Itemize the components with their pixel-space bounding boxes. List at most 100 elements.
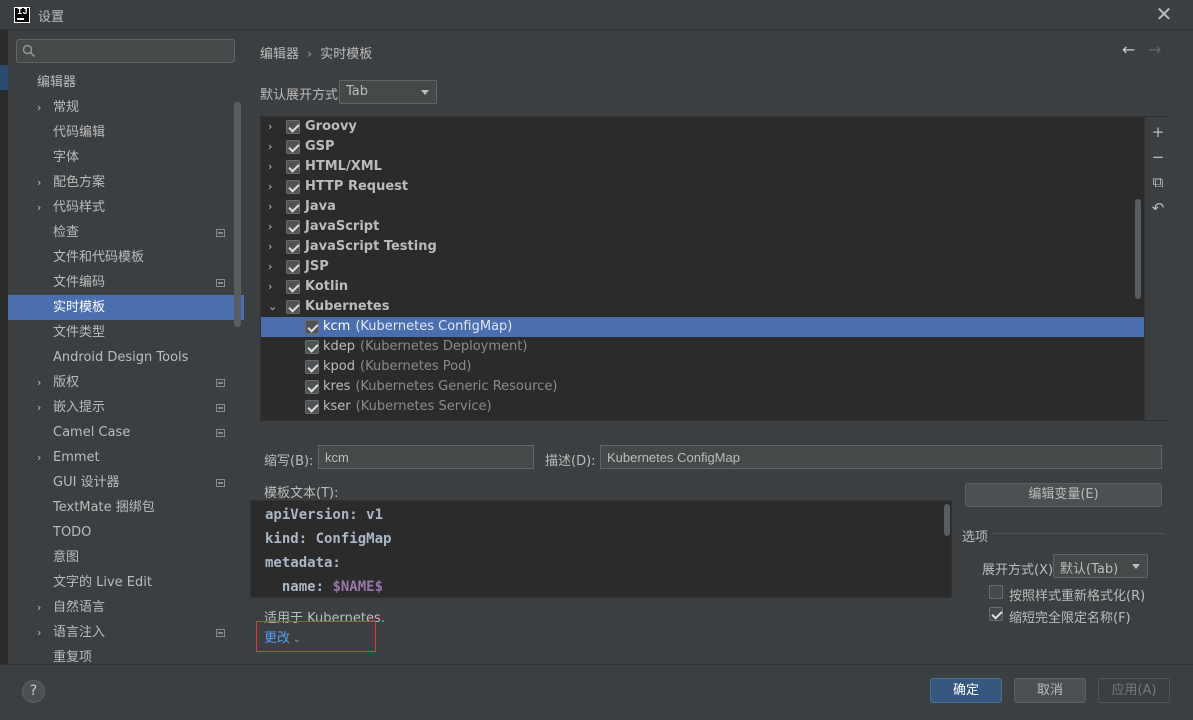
editor-scrollbar[interactable] <box>944 504 950 536</box>
sidebar-item[interactable]: 编辑器 <box>8 70 244 95</box>
reformat-checkbox[interactable] <box>989 585 1003 599</box>
template-group-row[interactable]: › GSP <box>261 137 1144 157</box>
sidebar-item[interactable]: › 常规 <box>8 95 244 120</box>
enabled-checkbox[interactable] <box>305 380 319 394</box>
sidebar-item[interactable]: 实时模板 <box>8 295 244 320</box>
sidebar-item[interactable]: › 自然语言 <box>8 595 244 620</box>
sidebar-item[interactable]: 检查 <box>8 220 244 245</box>
forward-arrow-icon[interactable]: → <box>1148 40 1166 59</box>
template-group-row[interactable]: › HTML/XML <box>261 157 1144 177</box>
chevron-right-icon[interactable]: › <box>268 277 272 297</box>
enabled-checkbox[interactable] <box>286 180 300 194</box>
chevron-right-icon[interactable]: › <box>268 177 272 197</box>
enabled-checkbox[interactable] <box>305 360 319 374</box>
close-button[interactable]: ✕ <box>1153 4 1175 26</box>
enabled-checkbox[interactable] <box>286 160 300 174</box>
sidebar-item[interactable]: 文件编码 <box>8 270 244 295</box>
sidebar-item[interactable]: 字体 <box>8 145 244 170</box>
abbreviation-field[interactable] <box>318 445 534 469</box>
template-group-row[interactable]: › Groovy <box>261 117 1144 137</box>
template-group-row[interactable]: ⌄ Kubernetes <box>261 297 1144 317</box>
template-text-editor[interactable]: apiVersion: v1 kind: ConfigMap metadata: n… <box>250 500 952 598</box>
template-group-row[interactable]: › Kotlin <box>261 277 1144 297</box>
sidebar-item[interactable]: › 嵌入提示 <box>8 395 244 420</box>
sidebar-item[interactable]: › Emmet <box>8 445 244 470</box>
sidebar-item[interactable]: › 配色方案 <box>8 170 244 195</box>
template-row[interactable]: kdep (Kubernetes Deployment) <box>261 337 1144 357</box>
enabled-checkbox[interactable] <box>286 220 300 234</box>
enabled-checkbox[interactable] <box>286 260 300 274</box>
sidebar-item[interactable]: Android Design Tools <box>8 345 244 370</box>
settings-search-box[interactable] <box>16 39 235 63</box>
enabled-checkbox[interactable] <box>286 140 300 154</box>
description-field[interactable] <box>600 445 1162 469</box>
sidebar-item[interactable]: › 代码样式 <box>8 195 244 220</box>
enabled-checkbox[interactable] <box>305 400 319 414</box>
sidebar-item[interactable]: Camel Case <box>8 420 244 445</box>
apply-button[interactable]: 应用(A) <box>1098 678 1170 703</box>
shorten-fq-names-checkbox[interactable] <box>989 607 1003 621</box>
sidebar-item[interactable]: 文件类型 <box>8 320 244 345</box>
breadcrumb-parent[interactable]: 编辑器 <box>260 47 299 62</box>
chevron-right-icon[interactable]: › <box>268 217 272 237</box>
shorten-fq-names-label: 缩短完全限定名称(F) <box>1009 611 1131 626</box>
enabled-checkbox[interactable] <box>286 300 300 314</box>
sidebar-item[interactable]: GUI 设计器 <box>8 470 244 495</box>
sidebar-scrollbar[interactable] <box>234 102 241 327</box>
sidebar-item[interactable]: TODO <box>8 520 244 545</box>
sidebar-item[interactable]: 代码编辑 <box>8 120 244 145</box>
chevron-right-icon[interactable]: › <box>37 595 47 620</box>
template-row[interactable]: kser (Kubernetes Service) <box>261 397 1144 417</box>
chevron-down-icon[interactable]: ⌄ <box>268 297 277 317</box>
template-group-row[interactable]: › HTTP Request <box>261 177 1144 197</box>
expand-with-select[interactable]: 默认(Tab) <box>1053 554 1148 578</box>
chevron-right-icon[interactable]: › <box>37 370 47 395</box>
chevron-right-icon[interactable]: › <box>268 257 272 277</box>
sidebar-item[interactable]: 文件和代码模板 <box>8 245 244 270</box>
revert-icon[interactable]: ↶ <box>1149 199 1167 217</box>
templates-scrollbar[interactable] <box>1135 199 1141 299</box>
back-arrow-icon[interactable]: ← <box>1122 40 1140 59</box>
remove-icon[interactable]: − <box>1149 148 1167 166</box>
chevron-right-icon[interactable]: › <box>268 117 272 137</box>
help-button[interactable]: ? <box>22 680 45 703</box>
default-expand-select[interactable]: Tab <box>339 80 437 104</box>
enabled-checkbox[interactable] <box>286 120 300 134</box>
search-input[interactable] <box>39 42 229 60</box>
sidebar-item[interactable]: 意图 <box>8 545 244 570</box>
template-row[interactable]: kpod (Kubernetes Pod) <box>261 357 1144 377</box>
sidebar-item[interactable]: › 版权 <box>8 370 244 395</box>
default-expand-label: 默认展开方式 <box>260 88 339 103</box>
template-group-row[interactable]: › JavaScript <box>261 217 1144 237</box>
template-name: kser <box>323 399 351 414</box>
enabled-checkbox[interactable] <box>305 320 319 334</box>
template-row[interactable]: kcm (Kubernetes ConfigMap) <box>261 317 1144 337</box>
chevron-right-icon[interactable]: › <box>37 170 47 195</box>
chevron-right-icon[interactable]: › <box>268 197 272 217</box>
chevron-right-icon[interactable]: › <box>37 620 47 645</box>
chevron-right-icon[interactable]: › <box>268 237 272 257</box>
copy-icon[interactable]: ⧉ <box>1149 173 1167 191</box>
enabled-checkbox[interactable] <box>286 280 300 294</box>
enabled-checkbox[interactable] <box>286 240 300 254</box>
chevron-right-icon[interactable]: › <box>37 395 47 420</box>
chevron-right-icon[interactable]: › <box>268 137 272 157</box>
add-icon[interactable]: + <box>1149 123 1167 141</box>
sidebar-item[interactable]: 文字的 Live Edit <box>8 570 244 595</box>
ok-button[interactable]: 确定 <box>930 678 1002 703</box>
chevron-right-icon[interactable]: › <box>37 445 47 470</box>
template-label: kres (Kubernetes Generic Resource) <box>323 377 557 397</box>
enabled-checkbox[interactable] <box>286 200 300 214</box>
chevron-right-icon[interactable]: › <box>37 95 47 120</box>
edit-variables-button[interactable]: 编辑变量(E) <box>965 483 1162 507</box>
sidebar-item[interactable]: TextMate 捆绑包 <box>8 495 244 520</box>
chevron-right-icon[interactable]: › <box>268 157 272 177</box>
template-group-row[interactable]: › JavaScript Testing <box>261 237 1144 257</box>
sidebar-item[interactable]: › 语言注入 <box>8 620 244 645</box>
template-group-row[interactable]: › JSP <box>261 257 1144 277</box>
template-group-row[interactable]: › Java <box>261 197 1144 217</box>
cancel-button[interactable]: 取消 <box>1014 678 1086 703</box>
chevron-right-icon[interactable]: › <box>37 195 47 220</box>
enabled-checkbox[interactable] <box>305 340 319 354</box>
template-row[interactable]: kres (Kubernetes Generic Resource) <box>261 377 1144 397</box>
